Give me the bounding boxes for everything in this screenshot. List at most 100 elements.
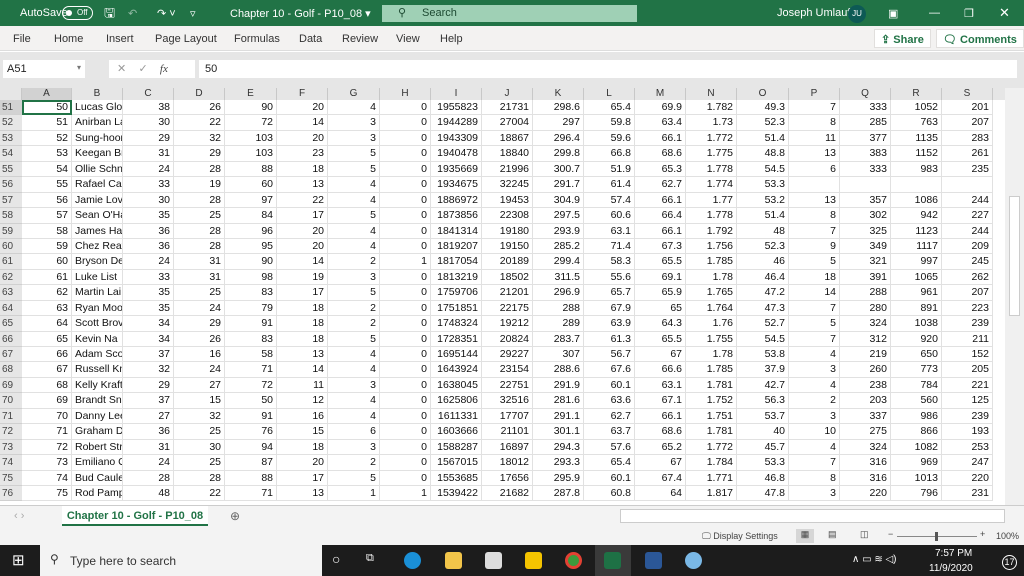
cell-P73[interactable]: 4	[789, 439, 840, 456]
cell-D59[interactable]: 28	[174, 223, 225, 239]
share-button[interactable]: ⇪ Share	[874, 29, 931, 48]
cell-R76[interactable]: 796	[891, 486, 942, 502]
cell-P54[interactable]: 13	[789, 146, 840, 162]
cell-R64[interactable]: 891	[891, 300, 942, 317]
cell-O65[interactable]: 52.7	[737, 316, 789, 332]
cell-O57[interactable]: 53.2	[737, 192, 789, 209]
cell-N67[interactable]: 1.78	[686, 347, 737, 363]
cell-O68[interactable]: 37.9	[737, 362, 789, 378]
cell-K57[interactable]: 304.9	[533, 192, 584, 209]
cell-E56[interactable]: 60	[225, 177, 277, 193]
cell-D72[interactable]: 25	[174, 424, 225, 440]
cell-E59[interactable]: 96	[225, 223, 277, 239]
cell-I75[interactable]: 1553685	[431, 470, 482, 486]
cell-C55[interactable]: 24	[123, 161, 174, 178]
row-header[interactable]: 65	[0, 316, 22, 332]
cell-S75[interactable]: 220	[942, 470, 993, 486]
cell-Q55[interactable]: 333	[840, 161, 891, 178]
cell-H60[interactable]: 0	[380, 238, 431, 255]
cell-P64[interactable]: 7	[789, 300, 840, 317]
cell-M65[interactable]: 64.3	[635, 316, 686, 332]
cell-G72[interactable]: 6	[328, 424, 380, 440]
zoom-level[interactable]: 100%	[996, 531, 1019, 541]
ribbon-display-icon[interactable]: ▣	[888, 7, 898, 20]
cell-D57[interactable]: 28	[174, 192, 225, 209]
cell-P66[interactable]: 7	[789, 331, 840, 348]
cell-F52[interactable]: 14	[277, 115, 328, 131]
cell-E61[interactable]: 90	[225, 254, 277, 270]
cell-L53[interactable]: 59.6	[584, 130, 635, 147]
cell-F65[interactable]: 18	[277, 316, 328, 332]
cell-L65[interactable]: 63.9	[584, 316, 635, 332]
cell-A55[interactable]: 54	[22, 161, 72, 178]
cell-K64[interactable]: 288	[533, 300, 584, 317]
cell-S66[interactable]: 211	[942, 331, 993, 348]
cell-I70[interactable]: 1625806	[431, 393, 482, 409]
cell-R75[interactable]: 1013	[891, 470, 942, 486]
cell-N68[interactable]: 1.785	[686, 362, 737, 378]
cell-K59[interactable]: 293.9	[533, 223, 584, 239]
cell-F57[interactable]: 22	[277, 192, 328, 209]
autosave-toggle[interactable]: Off	[62, 6, 93, 20]
column-header-M[interactable]: M	[635, 88, 686, 100]
cell-C72[interactable]: 36	[123, 424, 174, 440]
cell-O59[interactable]: 48	[737, 223, 789, 239]
cell-P52[interactable]: 8	[789, 115, 840, 131]
cell-B75[interactable]: Bud Caule	[72, 470, 123, 486]
row-header[interactable]: 71	[0, 408, 22, 425]
spreadsheet-grid[interactable]: 51 50 Lucas Glov 38 26 90 20 4 0 1955823 21731 298.…	[0, 100, 1005, 505]
cell-D68[interactable]: 24	[174, 362, 225, 378]
tab-file[interactable]: File	[13, 33, 31, 45]
cell-N71[interactable]: 1.751	[686, 408, 737, 425]
cell-B72[interactable]: Graham D	[72, 424, 123, 440]
cell-G56[interactable]: 4	[328, 177, 380, 193]
cell-J54[interactable]: 18840	[482, 146, 533, 162]
cell-O61[interactable]: 46	[737, 254, 789, 270]
add-sheet-icon[interactable]: ⊕	[230, 509, 240, 523]
cell-M74[interactable]: 67	[635, 455, 686, 471]
sticky-notes-icon[interactable]	[525, 552, 542, 569]
row-header[interactable]: 58	[0, 208, 22, 224]
cell-K71[interactable]: 291.1	[533, 408, 584, 425]
cell-F75[interactable]: 17	[277, 470, 328, 486]
cell-N54[interactable]: 1.775	[686, 146, 737, 162]
cell-E75[interactable]: 88	[225, 470, 277, 486]
cell-O55[interactable]: 54.5	[737, 161, 789, 178]
cell-D61[interactable]: 31	[174, 254, 225, 270]
cell-J56[interactable]: 32245	[482, 177, 533, 193]
cell-C51[interactable]: 38	[123, 100, 174, 116]
cell-S64[interactable]: 223	[942, 300, 993, 317]
cell-E58[interactable]: 84	[225, 208, 277, 224]
row-header[interactable]: 63	[0, 285, 22, 301]
cell-O69[interactable]: 42.7	[737, 377, 789, 394]
cell-F74[interactable]: 20	[277, 455, 328, 471]
cell-J63[interactable]: 21201	[482, 285, 533, 301]
cell-H76[interactable]: 1	[380, 486, 431, 502]
cell-M69[interactable]: 63.1	[635, 377, 686, 394]
cell-F59[interactable]: 20	[277, 223, 328, 239]
cell-C60[interactable]: 36	[123, 238, 174, 255]
comments-button[interactable]: 🗨 Comments	[936, 29, 1024, 48]
cell-P74[interactable]: 7	[789, 455, 840, 471]
cell-N53[interactable]: 1.772	[686, 130, 737, 147]
cell-J74[interactable]: 18012	[482, 455, 533, 471]
cell-F51[interactable]: 20	[277, 100, 328, 116]
cell-E64[interactable]: 79	[225, 300, 277, 317]
cell-E66[interactable]: 83	[225, 331, 277, 348]
cell-M56[interactable]: 62.7	[635, 177, 686, 193]
excel-taskbar-button[interactable]	[595, 545, 631, 576]
row-header[interactable]: 72	[0, 424, 22, 440]
row-header[interactable]: 56	[0, 177, 22, 193]
cell-F76[interactable]: 13	[277, 486, 328, 502]
cell-K62[interactable]: 311.5	[533, 269, 584, 286]
cell-C57[interactable]: 30	[123, 192, 174, 209]
cell-A74[interactable]: 73	[22, 455, 72, 471]
cell-B76[interactable]: Rod Pamp	[72, 486, 123, 502]
cell-M57[interactable]: 66.1	[635, 192, 686, 209]
insert-function-icon[interactable]: fx	[160, 63, 168, 75]
cell-E53[interactable]: 103	[225, 130, 277, 147]
cell-K75[interactable]: 295.9	[533, 470, 584, 486]
column-header-J[interactable]: J	[482, 88, 533, 100]
cell-P76[interactable]: 3	[789, 486, 840, 502]
cell-R62[interactable]: 1065	[891, 269, 942, 286]
